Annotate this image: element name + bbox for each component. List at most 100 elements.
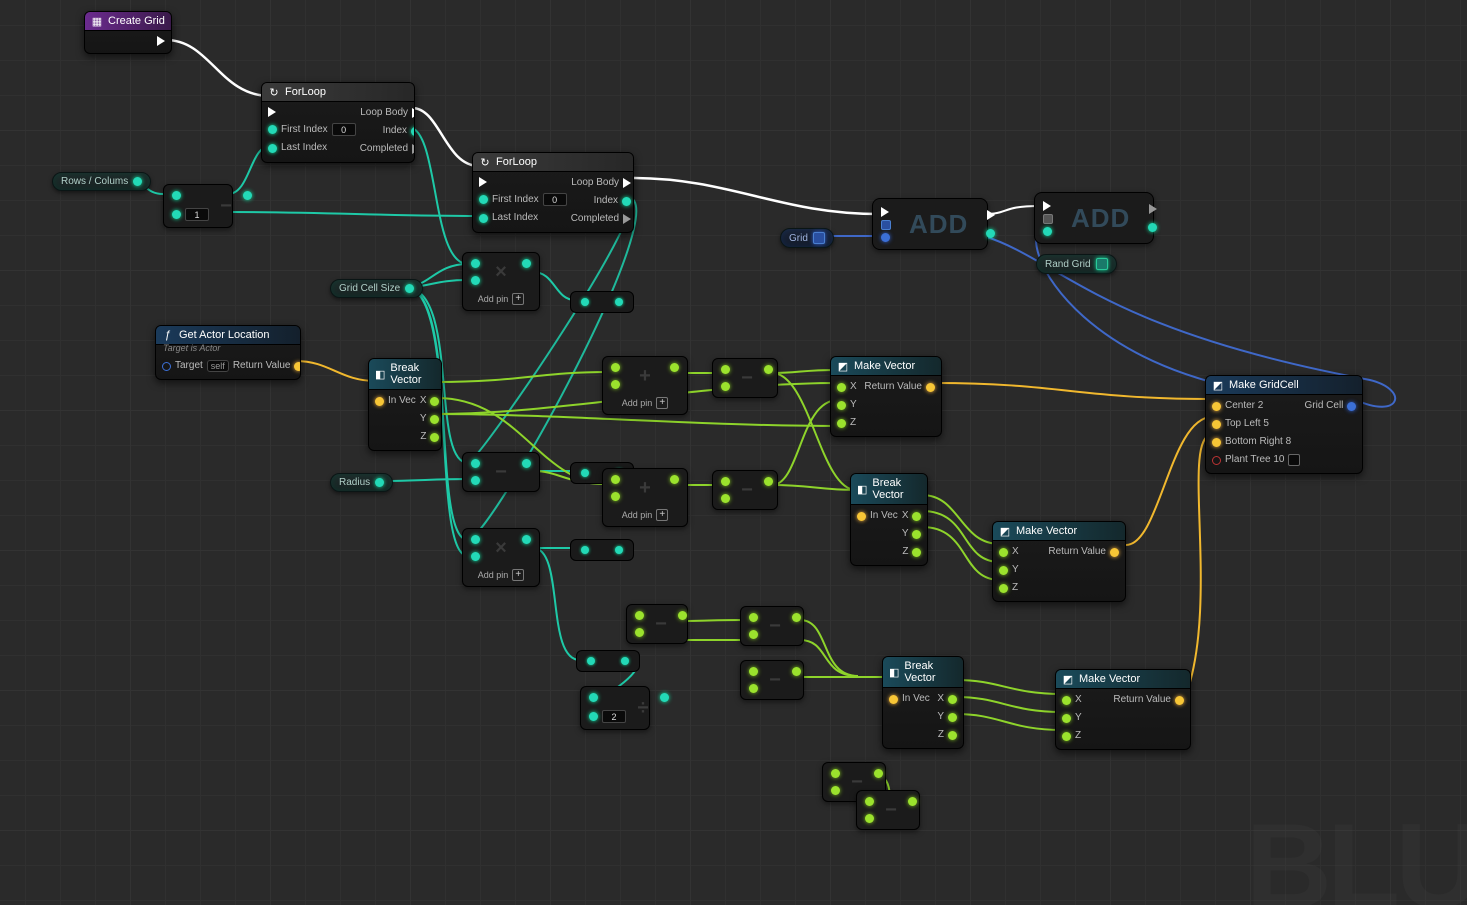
add-pin-button[interactable]: Add pin+ — [463, 567, 539, 586]
x-pin[interactable]: X — [900, 509, 924, 523]
pin-b[interactable] — [469, 475, 482, 486]
exec-out-pin[interactable] — [984, 209, 997, 221]
node-make-vector-3[interactable]: ◩ Make Vector X Y Z Return Value — [1055, 669, 1191, 750]
exec-in-pin[interactable] — [879, 206, 893, 218]
pin-result[interactable] — [520, 258, 533, 269]
node-break-vector-2[interactable]: ◧ Break Vector In Vec X Y Z — [850, 473, 928, 566]
pin-result[interactable] — [520, 534, 533, 545]
node-array-add-2[interactable]: ADD — [1034, 192, 1154, 244]
pin-result[interactable] — [762, 476, 775, 487]
node-array-add-1[interactable]: ADD — [872, 198, 988, 250]
first-index-input[interactable] — [332, 123, 356, 136]
pin-a[interactable] — [719, 476, 732, 487]
pin-a[interactable] — [719, 364, 732, 375]
node-get-actor-location[interactable]: ƒ Get Actor Location Target is Actor Tar… — [155, 325, 301, 380]
z-pin[interactable]: Z — [1060, 729, 1083, 743]
x-pin[interactable]: X — [1060, 693, 1084, 707]
completed-pin[interactable]: Completed — [569, 212, 633, 226]
planttree-pin[interactable]: Plant Tree 10 — [1210, 453, 1302, 467]
first-index-pin[interactable]: First Index — [266, 122, 358, 137]
add-pin-button[interactable]: Add pin+ — [603, 507, 687, 526]
add-pin-button[interactable]: Add pin+ — [603, 395, 687, 414]
x-pin[interactable]: X — [418, 394, 442, 408]
pin-b[interactable] — [609, 491, 622, 502]
pin-b[interactable] — [469, 551, 482, 562]
return-value-pin[interactable]: Return Value — [231, 359, 301, 373]
pin-a[interactable] — [587, 692, 600, 703]
node-forloop-1[interactable]: ↻ ForLoop First Index Last Index Loop Bo… — [261, 82, 415, 163]
reroute-node[interactable] — [570, 539, 634, 561]
add-pin-button[interactable]: Add pin+ — [463, 291, 539, 310]
last-index-pin[interactable]: Last Index — [266, 141, 329, 155]
topleft-pin[interactable]: Top Left 5 — [1210, 417, 1271, 431]
pin-result[interactable] — [520, 458, 533, 469]
pin-a[interactable] — [469, 258, 482, 269]
node-subtract-float-1[interactable]: − — [462, 452, 540, 492]
gridcell-pin[interactable]: Grid Cell — [1302, 399, 1358, 413]
invec-pin[interactable]: In Vec — [373, 394, 418, 408]
node-add-float-1[interactable]: + Add pin+ — [602, 356, 688, 415]
y-pin[interactable]: Y — [997, 563, 1021, 577]
pin-result[interactable] — [762, 364, 775, 375]
return-value-pin[interactable]: Return Value — [862, 380, 937, 394]
exec-in-pin[interactable] — [1041, 200, 1055, 212]
x-pin[interactable]: X — [997, 545, 1021, 559]
node-add-float-2[interactable]: + Add pin+ — [602, 468, 688, 527]
array-in-pin[interactable] — [879, 219, 893, 231]
node-make-gridcell[interactable]: ◩ Make GridCell Center 2 Top Left 5 Bott… — [1205, 375, 1363, 474]
pin-a[interactable] — [170, 190, 183, 201]
node-multiply-1[interactable]: × Add pin+ — [462, 252, 540, 311]
pin-b[interactable] — [719, 381, 732, 392]
loop-body-pin[interactable]: Loop Body — [569, 176, 633, 190]
first-index-pin[interactable]: First Index — [477, 192, 569, 207]
invec-pin[interactable]: In Vec — [855, 509, 900, 523]
pin-result[interactable] — [241, 190, 254, 201]
pin-a[interactable] — [609, 474, 622, 485]
first-index-input[interactable] — [543, 193, 567, 206]
node-op-small-1[interactable]: − — [626, 604, 688, 644]
node-multiply-2[interactable]: × Add pin+ — [462, 528, 540, 587]
return-value-pin[interactable]: Return Value — [1046, 545, 1121, 559]
node-break-vector-1[interactable]: ◧ Break Vector In Vec X Y Z — [368, 358, 442, 451]
z-pin[interactable]: Z — [835, 416, 858, 430]
reroute-node[interactable] — [576, 650, 640, 672]
x-pin[interactable]: X — [935, 692, 959, 706]
completed-pin[interactable]: Completed — [358, 142, 415, 156]
node-op-small-2[interactable]: − — [740, 606, 804, 646]
pin-out[interactable] — [1096, 258, 1108, 270]
pin-b[interactable] — [170, 207, 211, 222]
node-divide[interactable]: ÷ — [580, 686, 650, 730]
y-pin[interactable]: Y — [835, 398, 859, 412]
index-out-pin[interactable] — [984, 228, 997, 239]
pin-out[interactable] — [813, 232, 825, 244]
pin-a[interactable] — [469, 534, 482, 545]
pin-result[interactable] — [668, 362, 681, 373]
planttree-checkbox[interactable] — [1288, 454, 1300, 466]
pin-result[interactable] — [668, 474, 681, 485]
loop-body-pin[interactable]: Loop Body — [358, 106, 415, 120]
node-op-small-5[interactable]: − — [856, 790, 920, 830]
pin-b[interactable] — [719, 493, 732, 504]
node-int-subtract[interactable]: − — [163, 184, 233, 228]
node-make-vector-2[interactable]: ◩ Make Vector X Y Z Return Value — [992, 521, 1126, 602]
var-grid-cell-size[interactable]: Grid Cell Size — [330, 279, 423, 298]
z-pin[interactable]: Z — [997, 581, 1020, 595]
exec-out-pin[interactable] — [155, 35, 167, 47]
node-subtract-float-3[interactable]: − — [712, 470, 778, 510]
array-in-pin[interactable] — [1041, 213, 1055, 225]
pin-a[interactable] — [469, 458, 482, 469]
pin-out[interactable] — [133, 177, 142, 186]
y-pin[interactable]: Y — [1060, 711, 1084, 725]
node-create-grid[interactable]: ▦ Create Grid — [84, 11, 172, 54]
center-pin[interactable]: Center 2 — [1210, 399, 1265, 413]
item-in-pin[interactable] — [879, 232, 893, 243]
reroute-node[interactable] — [570, 291, 634, 313]
y-pin[interactable]: Y — [900, 527, 924, 541]
var-rand-grid[interactable]: Rand Grid — [1036, 254, 1117, 274]
node-make-vector-1[interactable]: ◩ Make Vector X Y Z Return Value — [830, 356, 942, 437]
pin-result[interactable] — [658, 692, 671, 703]
node-break-vector-3[interactable]: ◧ Break Vector In Vec X Y Z — [882, 656, 964, 749]
z-pin[interactable]: Z — [900, 545, 923, 559]
pin-a[interactable] — [609, 362, 622, 373]
pin-out[interactable] — [375, 478, 384, 487]
